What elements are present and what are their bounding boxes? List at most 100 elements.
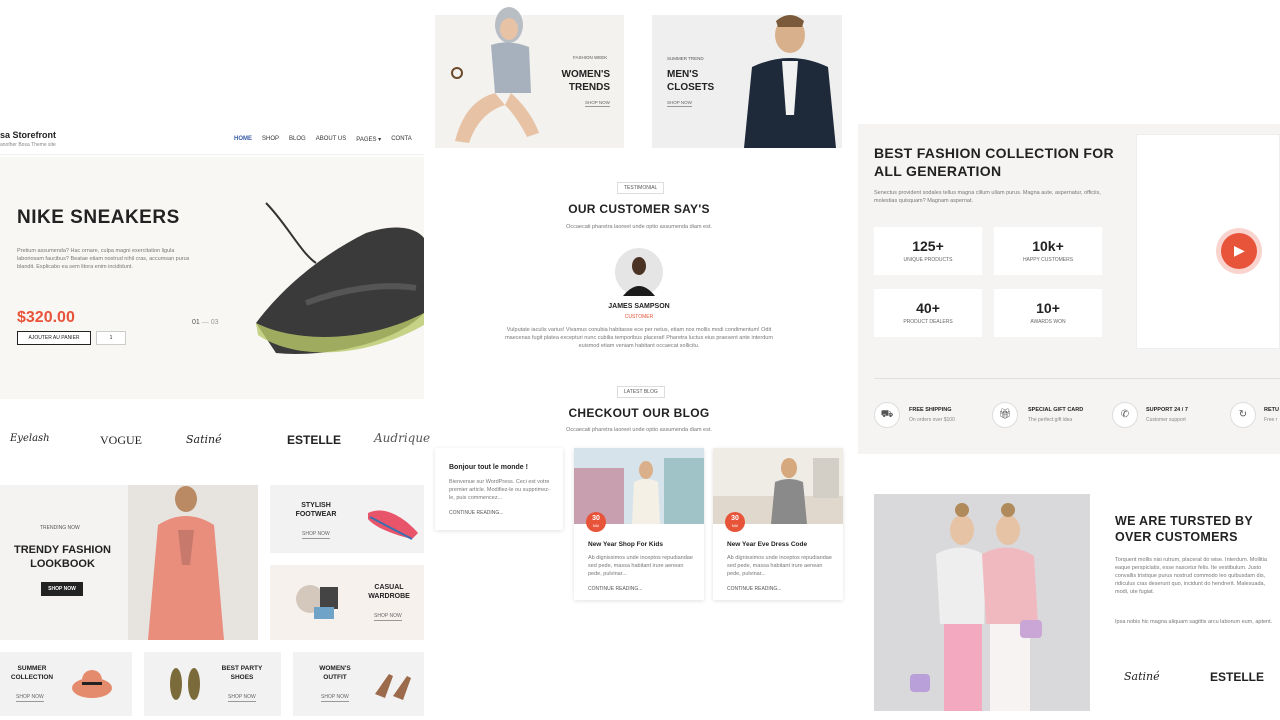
lookbook-kicker: TRENDING NOW [40,525,80,531]
brands-strip: Eyelash VOGUE Satiné ESTELLE Audrique [0,425,430,459]
blog-post-excerpt: Ab dignissimos unde inceptos repudiandae… [588,555,693,577]
heels-image [375,674,411,700]
section-tag: TESTIMONIAL [617,182,665,194]
customer-name: JAMES SAMPSON [608,303,670,310]
promo-link[interactable]: SHOP NOW [16,694,44,702]
blog-card[interactable]: Bonjour tout le monde ! Bienvenue sur Wo… [435,448,563,530]
blog-card[interactable]: 30 MAI New Year Eve Dress Code Ab dignis… [713,448,843,600]
brand-logo-2: VOGUE [100,433,142,447]
brand-logo-5: Audrique [374,431,431,445]
promo-card-party-shoes[interactable]: BEST PARTY SHOES SHOP NOW [144,652,281,716]
nav-home[interactable]: HOME [234,136,252,143]
stat-number: 125+ [912,238,944,254]
stat-card: 10+ AWARDS WON [994,289,1102,337]
feature-subtitle: Customer support [1146,417,1186,423]
brand-logo-4: ESTELLE [287,433,342,447]
banner-mens[interactable]: SUMMER TREND MEN'S CLOSETS SHOP NOW [652,15,842,148]
banner-kicker: SUMMER TREND [667,56,704,61]
section-title: CHECKOUT OUR BLOG [568,406,710,420]
promo-link[interactable]: SHOP NOW [228,694,256,702]
nav-shop[interactable]: SHOP [262,136,279,143]
add-to-cart-button[interactable]: AJOUTER AU PANIER [17,331,91,345]
hero-price: $320.00 [17,309,75,326]
banner-link[interactable]: SHOP NOW [585,100,610,107]
nav-about[interactable]: ABOUT US [316,136,347,143]
date-badge: 30 MAI [725,512,745,532]
hat-image [72,670,112,698]
banner-kicker: FASHION WEEK [573,55,608,60]
nav-pages-label: PAGES [356,137,377,143]
customer-role: CUSTOMER [624,314,654,320]
video-panel: ▶ [1136,134,1280,349]
feature-support: ✆ SUPPORT 24 / 7 Customer support [1112,402,1227,430]
trust-paragraph-1: Torquent mollis nisi rutrum, placerat do… [1115,557,1267,595]
promo-card-womens-outfit[interactable]: WOMEN'S OUTFIT SHOP NOW [293,652,424,716]
testimonial-section: TESTIMONIAL OUR CUSTOMER SAY'S Occaecati… [435,160,843,360]
shoes-image [170,668,200,700]
nav-pages[interactable]: PAGES ▾ [356,136,381,143]
divider [874,378,1280,379]
stat-card: 10k+ HAPPY CUSTOMERS [994,227,1102,275]
section-tag: LATEST BLOG [617,386,665,398]
banner-womens[interactable]: FASHION WEEK WOMEN'S TRENDS SHOP NOW [435,7,624,148]
promo-title: BEST PARTY SHOES [221,665,263,681]
trust-brand-1: Satiné [1124,670,1160,683]
feature-subtitle: On orders over $100 [909,417,955,423]
nav-contact[interactable]: CONTA [391,136,412,143]
blog-continue-link[interactable]: CONTINUE READING... [727,586,781,592]
quantity-field[interactable]: 1 [96,331,126,345]
play-button[interactable]: ▶ [1221,233,1257,269]
date-day: 30 [731,515,739,522]
nav-blog[interactable]: BLOG [289,136,306,143]
main-nav: HOME SHOP BLOG ABOUT US PAGES ▾ CONTA [234,136,412,143]
blog-post-title[interactable]: New Year Shop For Kids [588,541,663,548]
blog-continue-link[interactable]: CONTINUE READING... [449,510,503,516]
site-title[interactable]: sa Storefront [0,130,56,140]
date-day: 30 [592,515,600,522]
two-models-image [874,494,1090,711]
blog-post-title[interactable]: Bonjour tout le monde ! [449,464,528,471]
date-month: MAI [592,524,600,528]
gift-icon: 🎁︎ [992,402,1018,428]
shop-now-button[interactable]: SHOP NOW [41,582,83,596]
lookbook-title: TRENDY FASHION LOOKBOOK [14,544,111,570]
section-subtitle: Occaecati pharetra laoreet unde optio as… [566,427,712,433]
date-month: MAI [731,524,739,528]
brand-logo-1: Eyelash [10,433,50,444]
section-title: OUR CUSTOMER SAY'S [568,202,710,216]
return-icon: ↻ [1230,402,1256,428]
promo-card-wardrobe[interactable]: CASUAL WARDROBE SHOP NOW [270,565,424,640]
slide-counter: 01 — 03 [192,319,219,326]
promo-card-summer[interactable]: SUMMER COLLECTION SHOP NOW [0,652,132,716]
promo-link[interactable]: SHOP NOW [302,531,330,539]
about-description: Senectus provident sodales tellus magna … [874,190,1101,204]
blog-post-title[interactable]: New Year Eve Dress Code [727,541,807,548]
promo-title: CASUAL WARDROBE [368,584,410,600]
stat-number: 10+ [1036,300,1060,316]
feature-title: SUPPORT 24 / 7 [1146,407,1188,413]
lookbook-card[interactable]: TRENDING NOW TRENDY FASHION LOOKBOOK SHO… [0,485,258,640]
promo-link[interactable]: SHOP NOW [374,613,402,621]
trust-paragraph-2: Ipsa nobis hic magna aliquam sagittis ar… [1115,619,1273,625]
promo-card-footwear[interactable]: STYLISH FOOTWEAR SHOP NOW [270,485,424,553]
stat-label: AWARDS WON [1030,319,1066,325]
trust-title: WE ARE TURSTED BY OVER CUSTOMERS [1115,514,1253,544]
date-badge: 30 MAI [586,512,606,532]
phone-icon: ✆ [1112,402,1138,428]
feature-title: FREE SHIPPING [909,407,952,413]
banner-link[interactable]: SHOP NOW [667,100,692,107]
blog-continue-link[interactable]: CONTINUE READING... [588,586,642,592]
play-icon: ▶ [1234,242,1245,258]
hero-section: NIKE SNEAKERS Pretium assumenda? Hac orn… [0,157,424,399]
stat-label: UNIQUE PRODUCTS [903,257,953,263]
feature-shipping: ⛟ FREE SHIPPING On orders over $100 [874,402,989,430]
feature-returns: ↻ RETU Free r [1230,402,1280,430]
testimonial-quote: Vulputate iaculis varius! Vivamus conubi… [505,327,773,349]
stat-label: PRODUCT DEALERS [903,319,953,325]
promo-link[interactable]: SHOP NOW [321,694,349,702]
about-section: BEST FASHION COLLECTION FOR ALL GENERATI… [858,124,1280,454]
feature-title: SPECIAL GIFT CARD [1028,407,1084,413]
truck-icon: ⛟ [874,402,900,428]
promo-title: WOMEN'S OUTFIT [319,665,351,681]
blog-card[interactable]: 30 MAI New Year Shop For Kids Ab digniss… [574,448,704,600]
